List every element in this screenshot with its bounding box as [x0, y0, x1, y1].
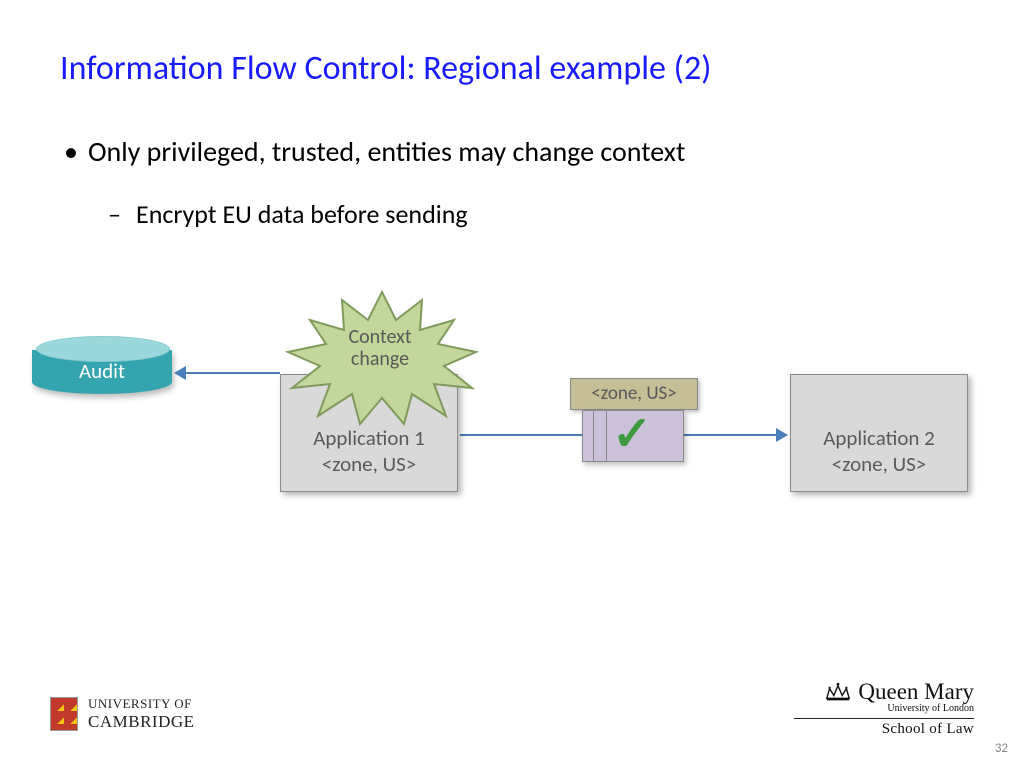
crown-icon: [824, 681, 852, 703]
app1-tag: <zone, US>: [322, 451, 416, 477]
bullet-level-2: Encrypt EU data before sending: [136, 198, 468, 230]
arrow-to-audit: [186, 372, 280, 374]
queen-mary-logo: Queen Mary University of London School o…: [794, 679, 974, 738]
cambridge-logo: UNIVERSITY OF CAMBRIDGE: [50, 696, 195, 732]
app1-name: Application 1: [313, 425, 425, 451]
application-1-box: Application 1 <zone, US>: [280, 374, 458, 492]
app2-name: Application 2: [823, 425, 935, 451]
diagram-area: Audit Application 1 <zone, US> Applicati…: [0, 0, 1024, 768]
audit-cylinder: Audit: [32, 340, 172, 398]
bullet-level-1: Only privileged, trusted, entities may c…: [88, 134, 685, 169]
arrow-to-app2: [460, 434, 776, 436]
checkmark-icon: ✓: [612, 406, 652, 462]
cambridge-line2: CAMBRIDGE: [88, 712, 195, 732]
qm-name: Queen Mary: [858, 679, 974, 705]
page-number: 32: [995, 741, 1008, 756]
context-change-starburst: [282, 286, 482, 426]
slide-title: Information Flow Control: Regional examp…: [60, 48, 712, 89]
packet-zone-tag: <zone, US>: [570, 378, 698, 410]
cambridge-crest-icon: [50, 697, 78, 731]
app2-tag: <zone, US>: [832, 451, 926, 477]
cambridge-line1: UNIVERSITY OF: [88, 696, 195, 712]
qm-school: School of Law: [794, 721, 974, 738]
audit-label: Audit: [32, 358, 172, 384]
application-2-box: Application 2 <zone, US>: [790, 374, 968, 492]
packet-body: [582, 410, 684, 462]
context-change-label: Context change: [330, 326, 430, 370]
slide: Information Flow Control: Regional examp…: [0, 0, 1024, 768]
